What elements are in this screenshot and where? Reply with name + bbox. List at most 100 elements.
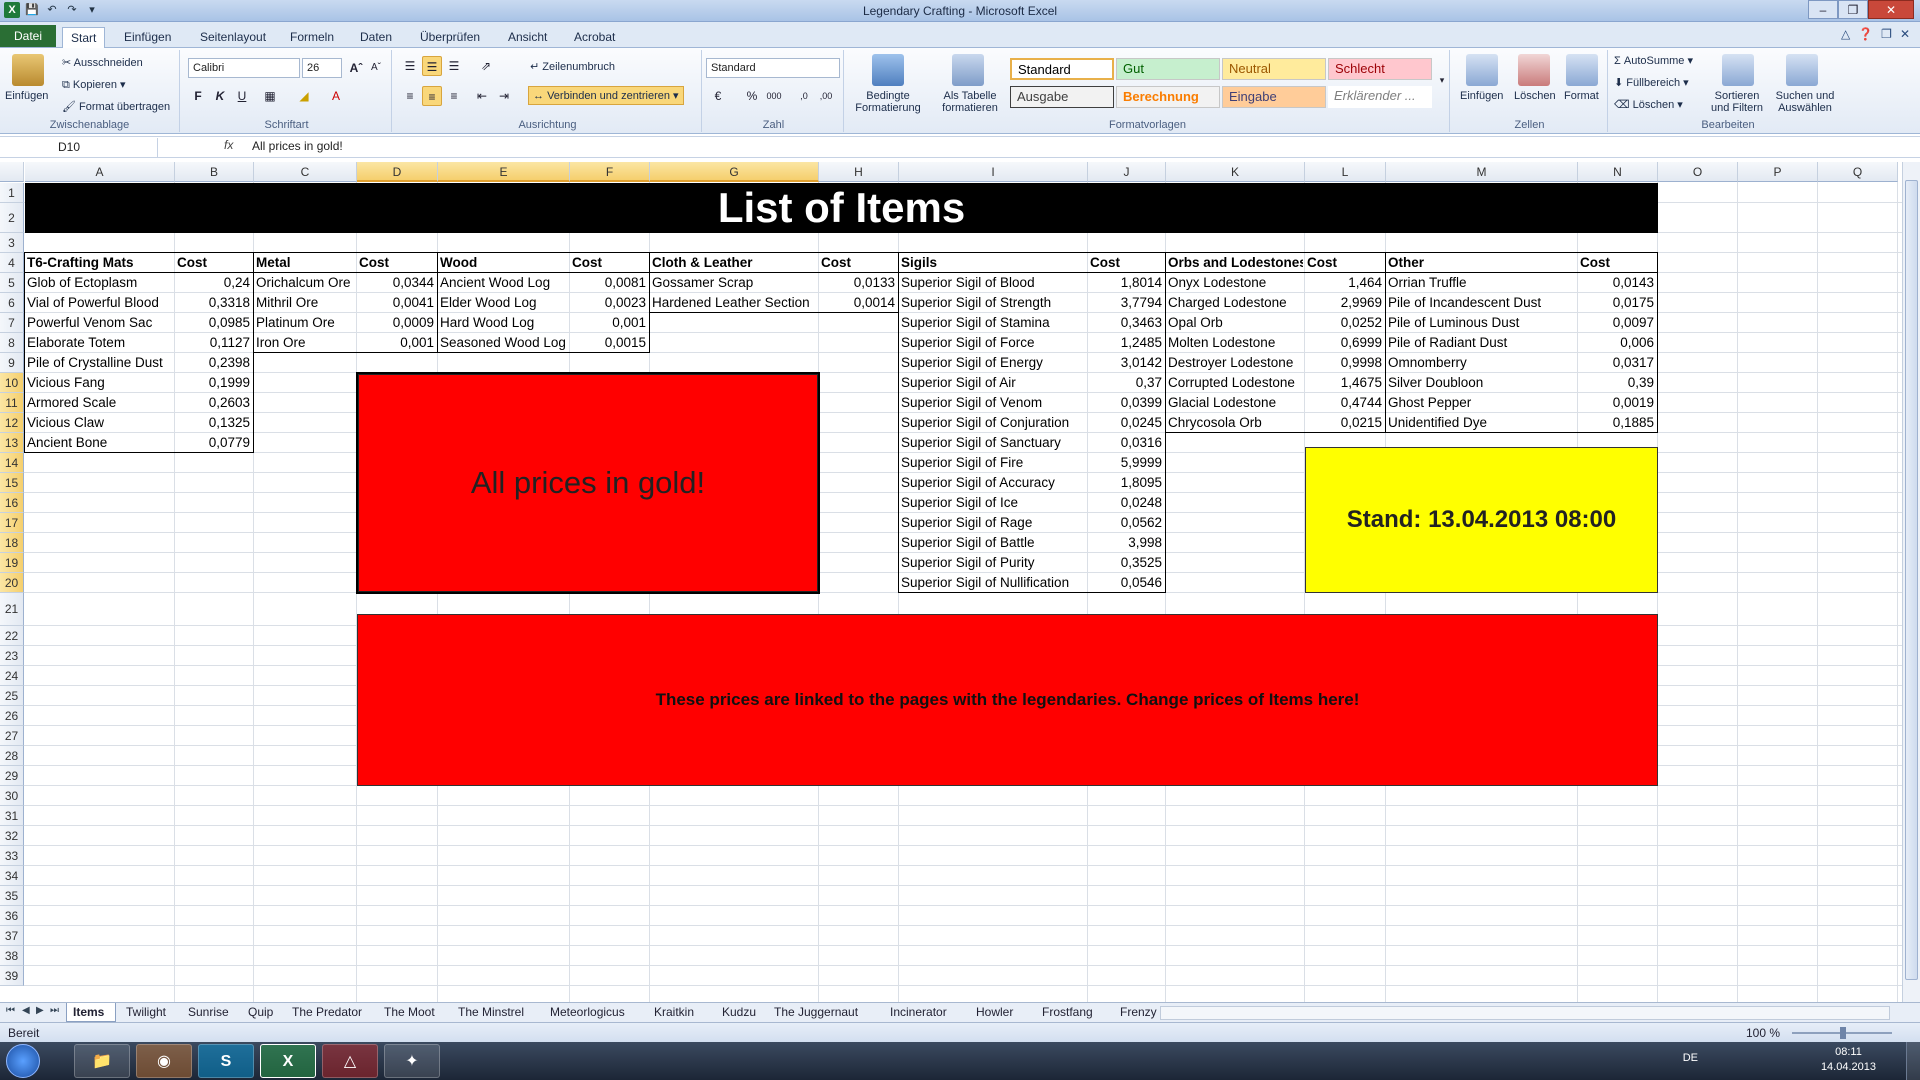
item-name[interactable]: Elaborate Totem: [27, 333, 173, 353]
item-cost[interactable]: 0,0316: [1088, 433, 1164, 453]
tab-datei[interactable]: Datei: [0, 25, 57, 47]
item-cost[interactable]: 0,1885: [1578, 413, 1656, 433]
item-name[interactable]: Superior Sigil of Stamina: [901, 313, 1086, 333]
row-header-13[interactable]: 13: [0, 433, 24, 453]
row-header-20[interactable]: 20: [0, 573, 24, 593]
sheet-tab-incinerator[interactable]: Incinerator: [884, 1003, 966, 1022]
language-indicator[interactable]: DE: [1683, 1052, 1698, 1064]
firefox-icon[interactable]: ◉: [136, 1044, 192, 1078]
item-cost[interactable]: 3,7794: [1088, 293, 1164, 313]
row-header-18[interactable]: 18: [0, 533, 24, 553]
item-cost[interactable]: 0,1999: [175, 373, 252, 393]
percent-icon[interactable]: %: [742, 86, 762, 106]
autosum-button[interactable]: Σ AutoSumme ▾: [1614, 54, 1693, 67]
column-header-d[interactable]: D: [357, 162, 438, 182]
row-header-7[interactable]: 7: [0, 313, 24, 333]
sort-filter-icon[interactable]: [1722, 54, 1754, 86]
item-cost[interactable]: 0,0985: [175, 313, 252, 333]
decrease-indent-icon[interactable]: ⇤: [472, 86, 492, 106]
item-cost[interactable]: 0,0041: [357, 293, 436, 313]
item-name[interactable]: Superior Sigil of Fire: [901, 453, 1086, 473]
start-button-icon[interactable]: [6, 1044, 40, 1078]
sort-filter-button[interactable]: Sortieren und Filtern: [1704, 90, 1770, 114]
next-sheet-icon[interactable]: ▶: [36, 1005, 44, 1016]
tab-seitenlayout[interactable]: Seitenlayout: [192, 27, 274, 47]
item-cost[interactable]: 0,1325: [175, 413, 252, 433]
item-cost[interactable]: 3,998: [1088, 533, 1164, 553]
zoom-slider[interactable]: [1792, 1027, 1892, 1039]
item-cost[interactable]: 0,006: [1578, 333, 1656, 353]
row-header-10[interactable]: 10: [0, 373, 24, 393]
column-header-q[interactable]: Q: [1818, 162, 1898, 182]
border-icon[interactable]: ▦: [260, 86, 280, 106]
cut-button[interactable]: ✂ Ausschneiden: [62, 56, 143, 69]
column-header-n[interactable]: N: [1578, 162, 1658, 182]
clear-button[interactable]: ⌫ Löschen ▾: [1614, 98, 1683, 111]
item-cost[interactable]: 0,0133: [819, 273, 897, 293]
item-name[interactable]: Elder Wood Log: [440, 293, 568, 313]
item-cost[interactable]: 0,0245: [1088, 413, 1164, 433]
item-name[interactable]: Mithril Ore: [256, 293, 355, 313]
item-name[interactable]: Pile of Incandescent Dust: [1388, 293, 1576, 313]
item-cost[interactable]: 0,0399: [1088, 393, 1164, 413]
item-cost[interactable]: 0,0009: [357, 313, 436, 333]
tab-ueberpruefen[interactable]: Überprüfen: [412, 27, 488, 47]
item-cost[interactable]: 0,3318: [175, 293, 252, 313]
grow-font-icon[interactable]: Aˆ: [346, 58, 366, 78]
align-middle-icon[interactable]: ☰: [422, 56, 442, 76]
row-header-27[interactable]: 27: [0, 726, 24, 746]
item-name[interactable]: Omnomberry: [1388, 353, 1576, 373]
sheet-tab-the-predator[interactable]: The Predator: [286, 1003, 374, 1022]
row-header-37[interactable]: 37: [0, 926, 24, 946]
item-name[interactable]: Ancient Wood Log: [440, 273, 568, 293]
item-name[interactable]: Superior Sigil of Battle: [901, 533, 1086, 553]
style-eingabe[interactable]: Eingabe: [1222, 86, 1326, 108]
styles-more-icon[interactable]: ▾: [1432, 70, 1452, 90]
column-header-f[interactable]: F: [570, 162, 650, 182]
italic-icon[interactable]: K: [210, 86, 230, 106]
item-name[interactable]: Superior Sigil of Venom: [901, 393, 1086, 413]
clock[interactable]: 08:11 14.04.2013: [1821, 1045, 1876, 1075]
text-orientation-icon[interactable]: ⇗: [476, 56, 496, 76]
copy-button[interactable]: ⧉ Kopieren ▾: [62, 78, 126, 92]
tab-start[interactable]: Start: [62, 27, 106, 48]
item-name[interactable]: Molten Lodestone: [1168, 333, 1303, 353]
item-cost[interactable]: 0,0019: [1578, 393, 1656, 413]
delete-cells-button[interactable]: Löschen: [1514, 90, 1556, 102]
item-cost[interactable]: 0,2603: [175, 393, 252, 413]
item-cost[interactable]: 0,0081: [570, 273, 648, 293]
style-gut[interactable]: Gut: [1116, 58, 1220, 80]
align-right-icon[interactable]: ≡: [444, 86, 464, 106]
sheet-tab-frenzy[interactable]: Frenzy: [1114, 1003, 1160, 1022]
sheet-tab-twilight[interactable]: Twilight: [120, 1003, 178, 1022]
align-top-icon[interactable]: ☰: [400, 56, 420, 76]
item-name[interactable]: Superior Sigil of Ice: [901, 493, 1086, 513]
item-name[interactable]: Superior Sigil of Rage: [901, 513, 1086, 533]
item-cost[interactable]: 1,2485: [1088, 333, 1164, 353]
fx-icon[interactable]: fx: [224, 138, 233, 152]
sheet-tab-kudzu[interactable]: Kudzu: [716, 1003, 764, 1022]
item-cost[interactable]: 0,3525: [1088, 553, 1164, 573]
minimize-ribbon-icon[interactable]: △: [1841, 27, 1850, 41]
format-cells-icon[interactable]: [1566, 54, 1598, 86]
item-cost[interactable]: 0,0562: [1088, 513, 1164, 533]
close-workbook-icon[interactable]: ✕: [1900, 27, 1910, 41]
tab-acrobat[interactable]: Acrobat: [566, 27, 623, 47]
item-cost[interactable]: 0,0023: [570, 293, 648, 313]
excel-icon[interactable]: X: [260, 1044, 316, 1078]
increase-decimal-icon[interactable]: ,0: [794, 86, 814, 106]
row-header-30[interactable]: 30: [0, 786, 24, 806]
spreadsheet-grid[interactable]: A B C D E F G H I J K L M N O P Q 1 2 3 4 5 6 7 8 9 10 11 12 13 14 15 16…: [0, 162, 1902, 1002]
insert-cells-icon[interactable]: [1466, 54, 1498, 86]
item-cost[interactable]: 0,2398: [175, 353, 252, 373]
underline-icon[interactable]: U: [232, 86, 252, 106]
item-name[interactable]: Charged Lodestone: [1168, 293, 1303, 313]
item-name[interactable]: Pile of Crystalline Dust: [27, 353, 173, 373]
help-icon[interactable]: ❓: [1858, 27, 1873, 41]
style-neutral[interactable]: Neutral: [1222, 58, 1326, 80]
item-name[interactable]: Orichalcum Ore: [256, 273, 355, 293]
item-cost[interactable]: 0,0317: [1578, 353, 1656, 373]
item-name[interactable]: Superior Sigil of Force: [901, 333, 1086, 353]
select-all-corner[interactable]: [0, 162, 24, 182]
row-header-21[interactable]: 21: [0, 593, 24, 626]
